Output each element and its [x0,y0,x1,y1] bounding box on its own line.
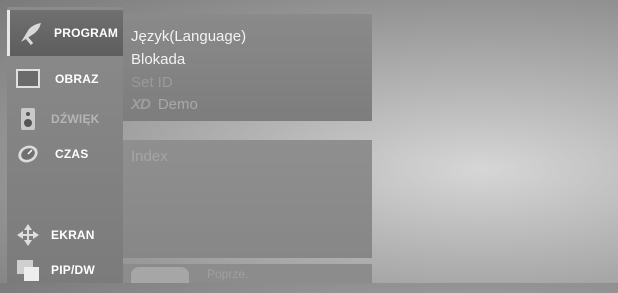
menu-item-label: DŹWIĘK [51,112,100,126]
satellite-dish-icon [21,23,41,45]
menu-item-czas[interactable]: CZAS [7,131,123,177]
menu-item-label: PIP/DW [51,263,95,277]
speaker-icon [21,108,35,130]
previous-hint: Poprze. [207,267,249,281]
navigation-hint-bar: Poprze. [123,264,372,283]
submenu-item-demo[interactable]: XD Demo [131,96,198,113]
monitor-icon [16,69,40,88]
demo-label: Demo [157,96,198,113]
index-label[interactable]: Index [131,148,168,165]
pip-windows-icon [17,260,39,281]
menu-item-pip-dw[interactable]: PIP/DW [7,247,123,293]
submenu-item-lock[interactable]: Blokada [131,51,185,68]
menu-item-label: PROGRAM [54,26,119,40]
move-arrows-icon [17,224,39,246]
menu-item-label: CZAS [55,147,89,161]
lower-panel: Index [123,140,372,258]
menu-item-label: OBRAZ [55,72,99,86]
clock-icon [18,145,38,163]
program-submenu: Język(Language) Blokada Set ID XD Demo [123,14,372,121]
menu-button-icon [131,267,189,283]
submenu-item-language[interactable]: Język(Language) [131,28,246,45]
menu-item-program[interactable]: PROGRAM [7,10,123,56]
menu-item-label: EKRAN [51,228,95,242]
submenu-item-set-id[interactable]: Set ID [131,74,173,91]
xd-logo: XD [131,96,151,113]
